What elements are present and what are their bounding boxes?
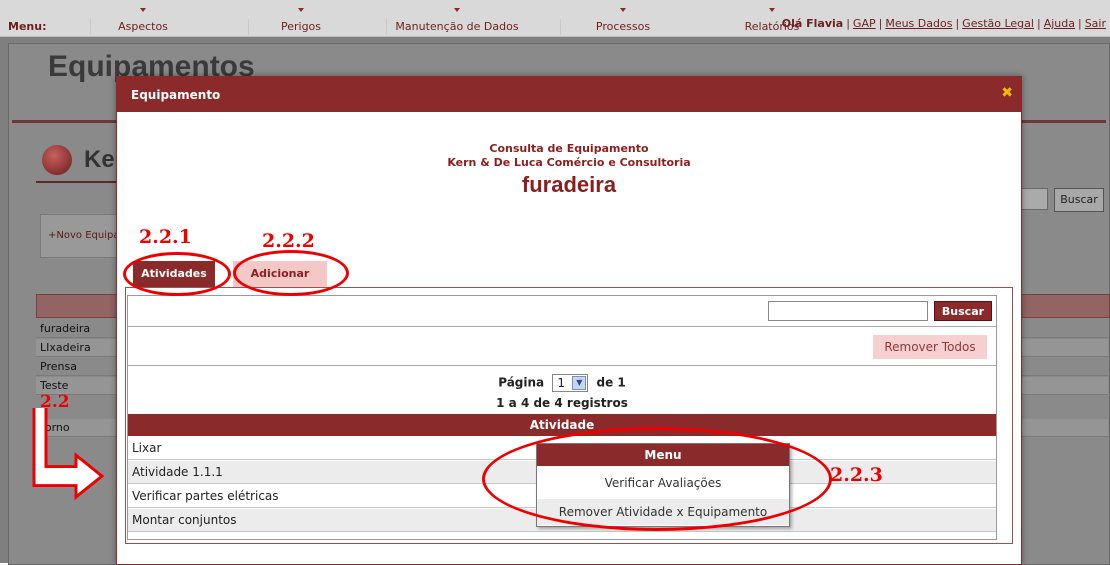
menu-item-manutencao[interactable]: Manutenção de Dados bbox=[386, 8, 527, 35]
consulta-heading: Consulta de Equipamento bbox=[489, 142, 649, 155]
menu-item-aspectos[interactable]: Aspectos bbox=[90, 8, 195, 35]
menu-item-processos[interactable]: Processos bbox=[560, 8, 685, 35]
annotation-ellipse bbox=[123, 252, 231, 296]
link-gap[interactable]: GAP bbox=[853, 17, 876, 30]
modal-title: Equipamento bbox=[131, 88, 221, 102]
menu-item-label: Aspectos bbox=[118, 20, 168, 33]
link-gestao-legal[interactable]: Gestão Legal bbox=[962, 17, 1034, 30]
annotation-label: 2.2.3 bbox=[830, 464, 883, 486]
link-meus-dados[interactable]: Meus Dados bbox=[885, 17, 952, 30]
company-name: Kern & De Luca Comércio e Consultoria bbox=[447, 156, 691, 169]
chevron-down-icon bbox=[620, 8, 626, 12]
user-links: Olá Flavia | GAP | Meus Dados | Gestão Legal | A… bbox=[781, 17, 1106, 30]
pagination: Página 1 ▼ de 1 1 a 4 de 4 registros bbox=[128, 366, 996, 414]
remove-all-button[interactable]: Remover Todos bbox=[873, 335, 987, 359]
annotation-label: 2.2.1 bbox=[139, 226, 192, 248]
remove-row: Remover Todos bbox=[128, 327, 996, 366]
column-header-atividade: Atividade bbox=[128, 414, 996, 436]
link-ajuda[interactable]: Ajuda bbox=[1044, 17, 1075, 30]
menu-label: Menu: bbox=[8, 20, 47, 33]
chevron-down-icon[interactable]: ▼ bbox=[572, 376, 587, 390]
search-input[interactable] bbox=[768, 301, 928, 321]
user-greeting: Olá Flavia bbox=[781, 17, 844, 30]
background-search-input[interactable] bbox=[1020, 188, 1048, 210]
page-select[interactable]: 1 ▼ bbox=[552, 374, 589, 392]
page-label: Página bbox=[498, 375, 545, 390]
chevron-down-icon bbox=[769, 8, 775, 12]
background-search-button[interactable]: Buscar bbox=[1054, 188, 1104, 212]
arrow-annotation-icon bbox=[32, 408, 105, 501]
search-row: Buscar bbox=[128, 296, 996, 327]
chevron-down-icon bbox=[298, 8, 304, 12]
modal-header: Equipamento ✖ bbox=[117, 77, 1021, 112]
page-select-value: 1 bbox=[557, 376, 565, 390]
menu-item-label: Manutenção de Dados bbox=[395, 20, 519, 33]
close-icon[interactable]: ✖ bbox=[1001, 85, 1013, 101]
records-count: 1 a 4 de 4 registros bbox=[496, 396, 628, 410]
menu-item-label: Perigos bbox=[280, 20, 322, 33]
section-bullet-icon bbox=[42, 145, 72, 175]
chevron-down-icon bbox=[140, 8, 146, 12]
search-button[interactable]: Buscar bbox=[934, 301, 992, 321]
link-sair[interactable]: Sair bbox=[1085, 17, 1106, 30]
annotation-label: 2.2.2 bbox=[262, 230, 315, 252]
page-of-label: de 1 bbox=[596, 375, 626, 390]
pager-line: Página 1 ▼ de 1 bbox=[128, 374, 996, 392]
annotation-ellipse bbox=[482, 427, 832, 531]
menu-item-perigos[interactable]: Perigos bbox=[248, 8, 353, 35]
menu-item-label: Processos bbox=[595, 20, 651, 33]
equipment-name: furadeira bbox=[521, 172, 617, 197]
divider bbox=[36, 181, 116, 183]
top-menu-bar: Menu: Aspectos Perigos Manutenção de Dad… bbox=[0, 0, 1110, 37]
annotation-ellipse bbox=[233, 250, 349, 296]
chevron-down-icon bbox=[454, 8, 460, 12]
